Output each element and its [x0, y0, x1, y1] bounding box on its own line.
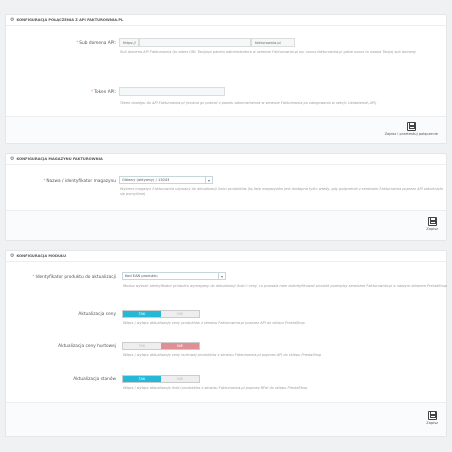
product-id-select[interactable]: Kod EAN produktu ▾ — [122, 272, 226, 280]
save-icon — [427, 217, 437, 226]
warehouse-config-panel: ⚙ KONFIGURACJA MAGAZYNU FAKTUROWNIA *Naz… — [5, 153, 447, 241]
product-id-help: Musisz wybrać identyfikator produktu wym… — [123, 284, 447, 288]
module-config-panel: ⚙ KONFIGURACJA MODUŁU *Identyfikator pro… — [5, 250, 447, 437]
product-id-label: *Identyfikator produktu do aktualizacji — [32, 275, 116, 280]
warehouse-label: *Nazwa / identyfikator magazynu — [43, 179, 116, 184]
subdomain-prefix: https:// — [119, 38, 139, 47]
stock-update-switch[interactable]: TAK NIE — [122, 375, 200, 383]
save-test-button[interactable]: Zapisz i przetestuj połączenie — [385, 122, 438, 136]
chevron-down-icon: ▾ — [218, 273, 225, 279]
save-module-button[interactable]: Zapisz — [426, 411, 438, 425]
wholesale-no-option[interactable]: NIE — [161, 343, 199, 349]
api-panel-title: KONFIGURACJA POŁĄCZENIA Z API FAKTUROWNI… — [16, 18, 124, 22]
warehouse-panel-title: KONFIGURACJA MAGAZYNU FAKTUROWNIA — [16, 157, 103, 161]
warehouse-select[interactable]: Główny (aktywny) / 13043 ▾ — [119, 176, 213, 184]
save-icon — [406, 122, 416, 131]
wholesale-update-switch[interactable]: TAK NIE — [122, 342, 200, 350]
subdomain-help: Sub domena API Fakturownia (to adres URL… — [120, 50, 417, 54]
stock-no-option[interactable]: NIE — [161, 376, 199, 382]
token-help: Token dostępu do API Fakturownia.pl (moż… — [120, 101, 377, 105]
module-panel-footer: Zapisz — [6, 402, 446, 436]
wholesale-update-help: Włącz / wyłącz aktualizację ceny hurtowe… — [123, 353, 322, 357]
warehouse-panel-footer: Zapisz — [6, 210, 446, 240]
chevron-down-icon: ▾ — [205, 177, 212, 183]
save-warehouse-button[interactable]: Zapisz — [426, 217, 438, 231]
subdomain-label: *Sub domena API: — [76, 41, 116, 46]
warehouse-help: Wybierz magazyn Fakturownia używany do a… — [120, 187, 444, 196]
wholesale-update-label: Aktualizacja ceny hurtowej — [58, 344, 116, 349]
stock-update-help: Włącz / wyłącz aktualizację ilości produ… — [123, 386, 308, 390]
price-update-switch[interactable]: TAK NIE — [122, 310, 200, 318]
module-panel-heading: ⚙ KONFIGURACJA MODUŁU — [6, 251, 446, 262]
price-yes-option[interactable]: TAK — [123, 311, 161, 317]
price-update-label: Aktualizacja ceny — [78, 312, 116, 317]
stock-yes-option[interactable]: TAK — [123, 376, 161, 382]
price-no-option[interactable]: NIE — [161, 311, 199, 317]
gear-icon: ⚙ — [10, 253, 15, 259]
stock-update-label: Aktualizacja stanów — [73, 377, 116, 382]
save-module-label: Zapisz — [426, 421, 438, 425]
warehouse-select-value: Główny (aktywny) / 13043 — [122, 178, 170, 182]
product-id-select-value: Kod EAN produktu — [125, 274, 158, 278]
subdomain-input[interactable] — [139, 38, 251, 47]
module-panel-title: KONFIGURACJA MODUŁU — [16, 254, 67, 258]
token-input[interactable] — [119, 87, 225, 96]
subdomain-suffix: fakturownia.pl — [251, 38, 295, 47]
save-test-label: Zapisz i przetestuj połączenie — [384, 132, 438, 136]
save-icon — [427, 411, 437, 420]
warehouse-panel-heading: ⚙ KONFIGURACJA MAGAZYNU FAKTUROWNIA — [6, 154, 446, 165]
token-label: *Token API: — [91, 90, 116, 95]
api-panel-heading: ⚙ KONFIGURACJA POŁĄCZENIA Z API FAKTUROW… — [6, 15, 446, 26]
save-warehouse-label: Zapisz — [426, 227, 438, 231]
api-config-panel: ⚙ KONFIGURACJA POŁĄCZENIA Z API FAKTUROW… — [5, 14, 447, 144]
wholesale-yes-option[interactable]: TAK — [123, 343, 161, 349]
api-panel-footer: Zapisz i przetestuj połączenie — [6, 116, 446, 143]
gear-icon: ⚙ — [10, 156, 15, 162]
gear-icon: ⚙ — [10, 17, 15, 23]
price-update-help: Włącz / wyłącz aktualizację ceny produkt… — [123, 321, 305, 325]
